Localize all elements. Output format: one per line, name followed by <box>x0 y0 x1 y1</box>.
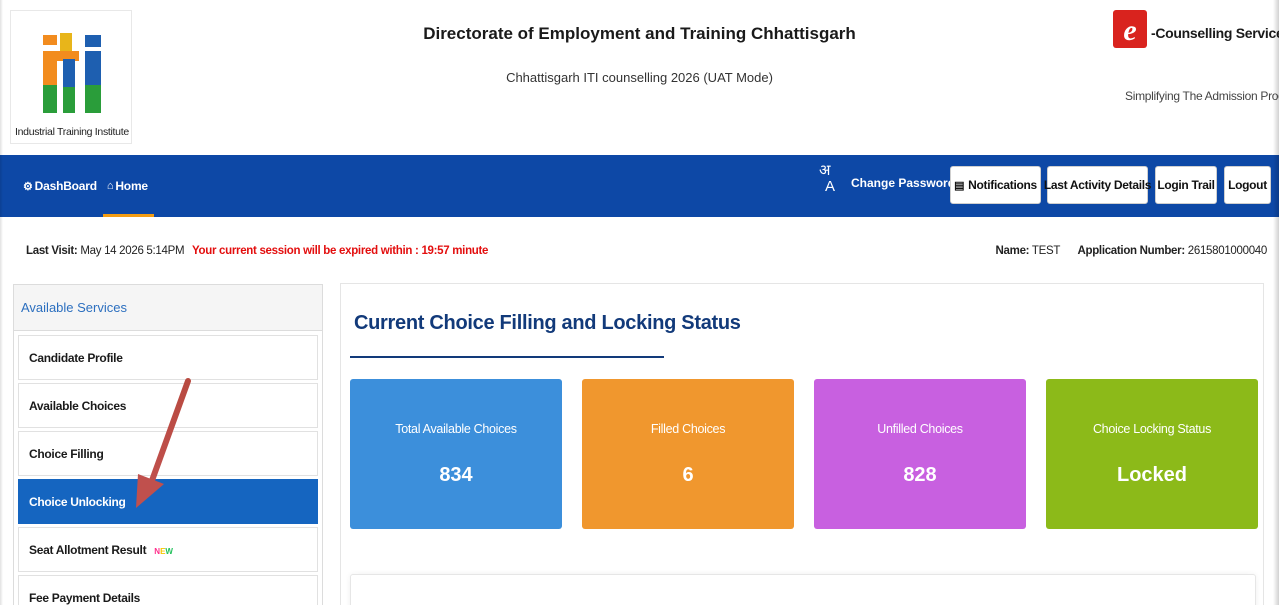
nav-dashboard[interactable]: ⚙ DashBoard <box>23 155 97 217</box>
logout-button[interactable]: Logout <box>1224 166 1271 204</box>
sidebar-heading: Available Services <box>14 285 322 331</box>
window-edge-shadow <box>1273 0 1279 605</box>
home-icon: ⌂ <box>106 180 114 192</box>
last-activity-button[interactable]: Last Activity Details <box>1044 166 1151 204</box>
card-value: 834 <box>439 464 473 486</box>
change-password-dropdown[interactable]: Change Password ▾ <box>851 176 964 190</box>
last-visit-label: Last Visit: <box>26 245 78 257</box>
notifications-button[interactable]: ▤ Notifications <box>950 166 1041 204</box>
new-badge: NEW <box>154 547 173 556</box>
nav-dashboard-label: DashBoard <box>34 179 97 193</box>
application-number-value: 2615801000040 <box>1184 245 1268 257</box>
last-visit: Last Visit: May 14 2026 5:14PM <box>26 245 185 257</box>
page-title: Directorate of Employment and Training C… <box>423 24 856 43</box>
card-value: Locked <box>1116 464 1188 486</box>
lower-content-panel <box>350 574 1256 605</box>
session-warning: Your current session will be expired wit… <box>192 245 489 257</box>
unfilled-choices-card: Unfilled Choices 828 <box>814 379 1026 529</box>
e-counselling-logo-icon: e <box>1113 10 1147 48</box>
card-label: Choice Locking Status <box>1092 422 1212 436</box>
user-info: Name: TEST Application Number: 261580100… <box>995 245 1268 257</box>
panel-title: Current Choice Filling and Locking Statu… <box>354 312 741 334</box>
notifications-label: Notifications <box>968 178 1037 192</box>
info-bar: Last Visit: May 14 2026 5:14PM Your curr… <box>0 217 1279 271</box>
total-available-choices-card: Total Available Choices 834 <box>350 379 562 529</box>
application-number-label: Application Number: <box>1077 245 1185 257</box>
sidebar-item-candidate-profile[interactable]: Candidate Profile <box>18 335 318 380</box>
card-label: Filled Choices <box>650 422 726 436</box>
page-header: Industrial Training Institute Directorat… <box>0 0 1279 155</box>
logo-caption: Industrial Training Institute <box>15 126 129 138</box>
card-label: Total Available Choices <box>395 422 517 436</box>
notifications-icon: ▤ <box>954 179 965 192</box>
brand-tagline: Simplifying The Admission Process <box>1125 89 1279 103</box>
page-subtitle: Chhattisgarh ITI counselling 2026 (UAT M… <box>506 70 773 85</box>
choice-locking-status-card: Choice Locking Status Locked <box>1046 379 1258 529</box>
login-trail-button[interactable]: Login Trail <box>1155 166 1217 204</box>
sidebar-item-label: Seat Allotment Result <box>29 543 147 557</box>
svg-text:e: e <box>1123 14 1136 47</box>
nav-home[interactable]: ⌂ Home <box>102 155 154 217</box>
name-label: Name: <box>995 245 1030 257</box>
sidebar-item-seat-allotment-result[interactable]: Seat Allotment Result NEW <box>18 527 318 572</box>
dashboard-icon: ⚙ <box>23 180 33 193</box>
card-value: 6 <box>682 464 694 486</box>
language-toggle[interactable]: अ A <box>815 159 841 213</box>
last-visit-value: May 14 2026 5:14PM <box>77 245 185 257</box>
title-underline <box>350 356 664 358</box>
lang-hindi-glyph: अ <box>819 162 831 179</box>
window-edge-shadow <box>0 0 3 605</box>
annotation-arrow-icon <box>136 378 191 508</box>
nav-home-label: Home <box>115 179 148 193</box>
card-label: Unfilled Choices <box>877 422 963 436</box>
brand-name: -Counselling Services <box>1151 25 1279 41</box>
card-value: 828 <box>903 464 937 486</box>
name-value: TEST <box>1029 245 1061 257</box>
filled-choices-card: Filled Choices 6 <box>582 379 794 529</box>
lang-english-glyph: A <box>825 178 836 195</box>
choice-status-panel: Current Choice Filling and Locking Statu… <box>340 283 1264 605</box>
sidebar-item-fee-payment-details[interactable]: Fee Payment Details <box>18 575 318 605</box>
